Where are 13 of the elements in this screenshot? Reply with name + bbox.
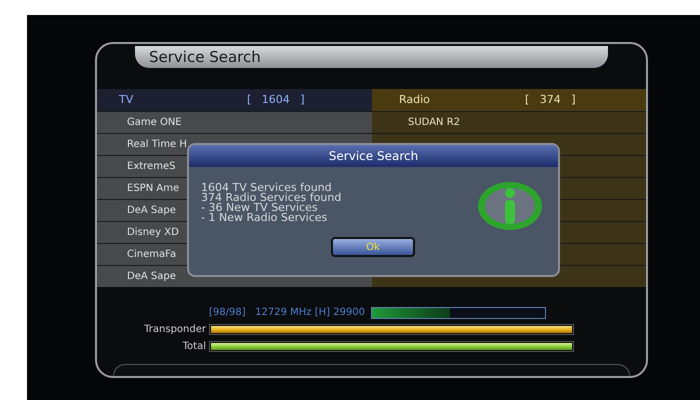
dialog-message: - 1 New Radio Services <box>201 213 328 223</box>
progress-label: Total <box>182 340 206 354</box>
transponder-info: [98/98] 12729 MHz [H] 29900 <box>209 306 366 320</box>
radio-count: [ 374 ] <box>525 92 576 108</box>
dialog-title: Service Search <box>189 145 558 167</box>
dialog-message: 1604 TV Services found <box>201 183 332 193</box>
dialog-message: - 36 New TV Services <box>201 203 318 213</box>
tv-label: TV <box>119 92 134 108</box>
progress-label: Transponder <box>143 323 206 337</box>
tv-count: [ 1604 ] <box>247 92 305 108</box>
screen-title: Service Search <box>135 46 608 68</box>
radio-label: Radio <box>399 92 431 108</box>
dialog-message: 374 Radio Services found <box>201 193 342 203</box>
